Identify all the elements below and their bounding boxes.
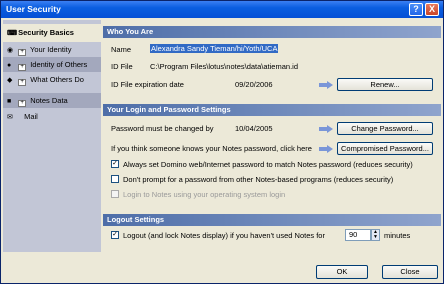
os-login-label: Login to Notes using your operating syst… (123, 190, 286, 199)
people-icon: ● (7, 62, 12, 69)
sidebar-item-notes-data[interactable]: ■ + Notes Data (3, 93, 101, 108)
sync-internet-password-checkbox[interactable]: ✓ (111, 160, 119, 168)
sidebar-item-label: Mail (24, 112, 38, 121)
checkmark-icon: ✓ (112, 231, 118, 238)
main-panel: Who You Are Name Alexandra Sandy Tieman/… (103, 20, 441, 252)
expand-icon[interactable]: + (18, 49, 27, 56)
section-heading-login-password: Your Login and Password Settings (103, 104, 441, 116)
logout-minutes-input[interactable]: 90 (345, 229, 371, 241)
dont-prompt-password-label: Don't prompt for a password from other N… (123, 175, 394, 184)
ok-button[interactable]: OK (316, 265, 368, 279)
expand-icon[interactable]: + (18, 100, 27, 107)
window-title: User Security (6, 4, 61, 14)
sidebar-item-label: Security Basics (18, 28, 74, 37)
sidebar-item-label: Your Identity (30, 45, 72, 54)
sidebar: ⌨ Security Basics ◉ + Your Identity ● + … (3, 20, 101, 252)
password-change-value: 10/04/2005 (235, 124, 273, 133)
name-label: Name (111, 45, 132, 54)
key-icon: ⌨ (7, 30, 18, 37)
section-heading-who-you-are: Who You Are (103, 26, 441, 38)
id-expiry-value: 09/20/2006 (235, 80, 273, 89)
id-file-value: C:\Program Files\lotus\notes\data\atiema… (150, 62, 298, 71)
minutes-stepper[interactable]: ▲ ▼ (371, 229, 380, 241)
identity-icon: ◉ (7, 47, 14, 54)
title-bar[interactable]: User Security ? X (1, 1, 443, 18)
change-password-button[interactable]: Change Password... (337, 122, 433, 135)
close-window-button[interactable]: X (425, 3, 439, 16)
arrow-right-icon (319, 125, 333, 133)
sidebar-item-identity-of-others[interactable]: ● + Identity of Others (3, 57, 101, 72)
user-security-dialog: User Security ? X ⌨ Security Basics ◉ + … (0, 0, 444, 284)
compromised-password-button[interactable]: Compromised Password... (337, 142, 433, 155)
database-icon: ■ (7, 98, 12, 105)
sidebar-item-your-identity[interactable]: ◉ + Your Identity (3, 42, 101, 57)
auto-logout-label: Logout (and lock Notes display) if you h… (123, 231, 325, 240)
name-value[interactable]: Alexandra Sandy Tieman/hi/Yoth/UCA (150, 44, 279, 53)
close-button[interactable]: Close (382, 265, 438, 279)
sidebar-item-mail[interactable]: ✉ Mail (3, 109, 101, 124)
envelope-icon: ✉ (7, 114, 13, 121)
sync-internet-password-label: Always set Domino web/Internet password … (123, 160, 413, 169)
compromised-password-label: If you think someone knows your Notes pa… (111, 144, 312, 153)
checkmark-icon: ✓ (112, 160, 118, 167)
renew-button[interactable]: Renew... (337, 78, 433, 91)
sidebar-item-label: What Others Do (30, 75, 84, 84)
spin-down-icon[interactable]: ▼ (372, 235, 379, 240)
shield-icon: ◆ (7, 77, 13, 84)
section-heading-logout: Logout Settings (103, 214, 441, 226)
expand-icon[interactable]: + (18, 64, 27, 71)
minutes-unit-label: minutes (384, 231, 411, 240)
dont-prompt-password-checkbox[interactable] (111, 175, 119, 183)
os-login-checkbox (111, 190, 119, 198)
sidebar-item-label: Identity of Others (30, 60, 88, 69)
help-button[interactable]: ? (409, 3, 423, 16)
auto-logout-checkbox[interactable]: ✓ (111, 231, 119, 239)
arrow-right-icon (319, 81, 333, 89)
sidebar-item-what-others-do[interactable]: ◆ + What Others Do (3, 72, 101, 87)
id-expiry-label: ID File expiration date (111, 80, 184, 89)
expand-icon[interactable]: + (18, 79, 27, 86)
id-file-label: ID File (111, 62, 133, 71)
sidebar-item-security-basics[interactable]: ⌨ Security Basics (3, 24, 101, 42)
password-change-label: Password must be changed by (111, 124, 214, 133)
arrow-right-icon (319, 145, 333, 153)
sidebar-item-label: Notes Data (30, 96, 68, 105)
